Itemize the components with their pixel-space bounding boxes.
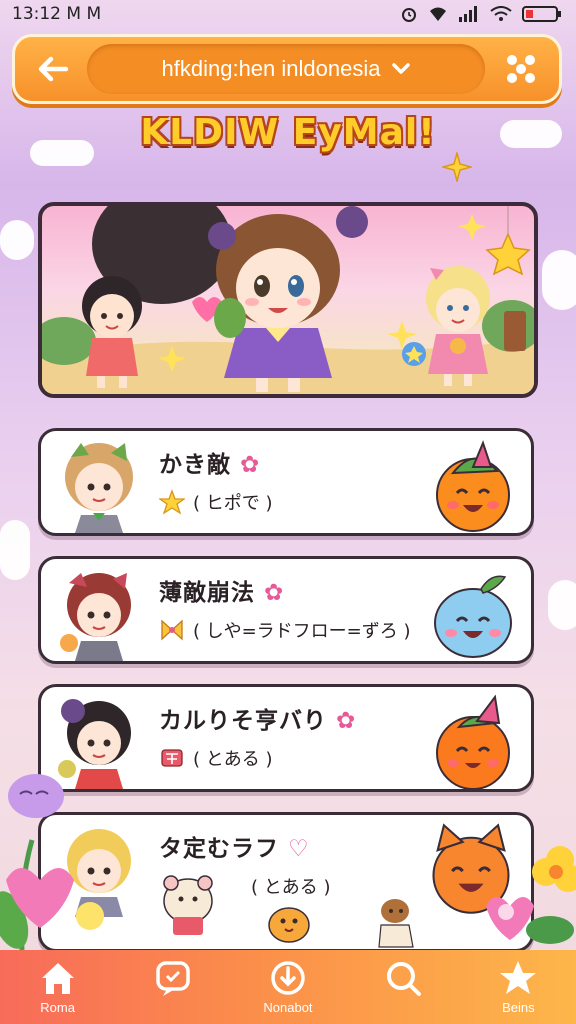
nav-notifications[interactable]: Nonabot — [238, 958, 338, 1015]
card-title-text: 薄敵崩法 — [159, 580, 255, 606]
bottom-nav: Roma Nonabot Beins — [0, 950, 576, 1024]
home-icon — [41, 963, 74, 994]
back-arrow-icon — [38, 56, 69, 82]
card-subtitle: ( とある ) — [251, 873, 331, 899]
card-title-mark: ✿ — [240, 452, 261, 478]
card-subtitle: ( とある ) — [159, 745, 273, 771]
card-title-text: かき敵 — [159, 452, 231, 478]
alarm-icon — [402, 8, 416, 22]
star-icon — [159, 489, 185, 515]
location-selector[interactable]: hfkding:hen inldonesia — [87, 44, 485, 94]
card-subtitle-text: ( とある ) — [251, 877, 331, 898]
cloud-decoration — [548, 580, 576, 630]
chevron-down-icon — [392, 63, 411, 74]
card-subtitle-text: ( ヒポで ) — [193, 493, 273, 514]
card-title-mark: ✿ — [264, 580, 285, 606]
orange-mascot-icon — [436, 440, 510, 532]
card-title: カルりそ亨バり ✿ — [159, 701, 356, 735]
hero-banner[interactable] — [38, 202, 538, 398]
avatar — [65, 443, 133, 533]
card-subtitle: ( しや=ラドフロー=ずろ ) — [159, 617, 410, 643]
card-title-text: カルりそ亨バり — [159, 708, 327, 734]
nav-label: Nonabot — [263, 1000, 313, 1015]
status-bar: 13:12 M M — [0, 0, 576, 28]
nav-favorites[interactable]: Beins — [468, 958, 568, 1015]
card-title-text: タ定むラフ — [159, 836, 279, 862]
notification-icon — [271, 961, 305, 995]
card-title: タ定むラフ ♡ — [159, 829, 310, 863]
blue-mascot-icon — [434, 575, 512, 658]
top-search-bar: hfkding:hen inldonesia — [12, 34, 562, 104]
chick-icon — [268, 907, 310, 943]
cloud-decoration — [0, 520, 30, 580]
wifi-icon — [490, 6, 512, 21]
status-icons — [400, 5, 562, 23]
menu-button[interactable] — [499, 47, 543, 91]
list-item[interactable]: 薄敵崩法 ✿ ( しや=ラドフロー=ずろ ) — [38, 556, 534, 664]
nav-home[interactable]: Roma — [8, 958, 108, 1015]
card-title: かき敵 ✿ — [159, 445, 260, 479]
hero-illustration — [42, 206, 534, 394]
card-title-mark: ✿ — [336, 708, 357, 734]
card-subtitle-text: ( とある ) — [193, 749, 273, 770]
ribbon-icon — [161, 619, 183, 641]
status-time: 13:12 M M — [12, 4, 102, 24]
cloud-decoration — [0, 220, 34, 260]
nav-label: Roma — [40, 1000, 75, 1015]
hero-title: KLDIW EyMal! — [140, 112, 436, 153]
dog-icon — [378, 899, 414, 948]
signal-icon — [459, 6, 477, 22]
dots-grid-icon — [507, 55, 535, 83]
card-title-mark: ♡ — [288, 836, 310, 862]
hamster-icon — [163, 875, 213, 935]
battery-icon — [522, 6, 561, 22]
cloud-decoration — [542, 250, 576, 310]
flower-decoration — [486, 846, 576, 944]
list-item[interactable]: かき敵 ✿ ( ヒポで ) — [38, 428, 534, 536]
location-text: hfkding:hen inldonesia — [161, 56, 381, 81]
card-title: 薄敵崩法 ✿ — [159, 573, 284, 607]
card-subtitle: ( ヒポで ) — [159, 489, 273, 515]
stamp-icon — [161, 749, 183, 767]
flower-decoration — [0, 774, 104, 950]
nav-search[interactable] — [353, 958, 453, 1000]
sparkle-icon — [442, 152, 472, 182]
orange-mascot-icon — [436, 694, 510, 789]
search-icon — [387, 962, 422, 996]
back-button[interactable] — [31, 47, 75, 91]
chat-icon — [156, 961, 190, 996]
card-subtitle-text: ( しや=ラドフロー=ずろ ) — [193, 621, 411, 642]
avatar — [60, 573, 131, 661]
nav-chat[interactable] — [123, 958, 223, 1000]
star-icon — [500, 961, 537, 994]
network-icon — [430, 7, 446, 21]
nav-label: Beins — [502, 1000, 535, 1015]
